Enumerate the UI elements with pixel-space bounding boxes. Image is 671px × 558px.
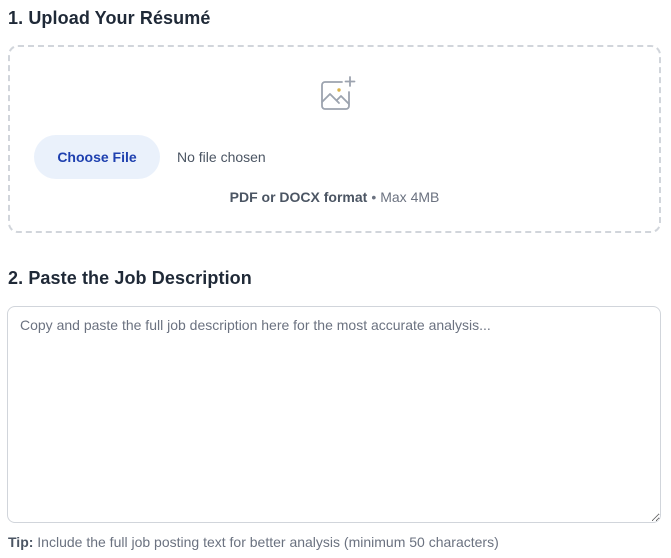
job-description-textarea[interactable] <box>7 306 661 523</box>
job-description-title: 2. Paste the Job Description <box>8 268 252 288</box>
choose-file-button[interactable]: Choose File <box>34 135 160 179</box>
format-hint: PDF or DOCX format • Max 4MB <box>10 189 659 205</box>
file-status-text: No file chosen <box>177 149 266 165</box>
format-hint-size: Max 4MB <box>380 189 440 205</box>
tip-message: Include the full job posting text for be… <box>33 534 499 550</box>
format-hint-separator: • <box>371 189 377 205</box>
file-input-row: Choose File No file chosen <box>34 135 266 179</box>
resume-upload-form: 1. Upload Your Résumé Choose File No fil… <box>0 0 671 558</box>
tip-text: Tip: Include the full job posting text f… <box>8 534 499 550</box>
upload-section-title: 1. Upload Your Résumé <box>8 8 211 28</box>
format-hint-types: PDF or DOCX format <box>229 189 368 205</box>
tip-label: Tip: <box>8 534 34 550</box>
image-plus-icon <box>318 75 358 115</box>
resume-dropzone[interactable]: Choose File No file chosen PDF or DOCX f… <box>8 45 661 233</box>
